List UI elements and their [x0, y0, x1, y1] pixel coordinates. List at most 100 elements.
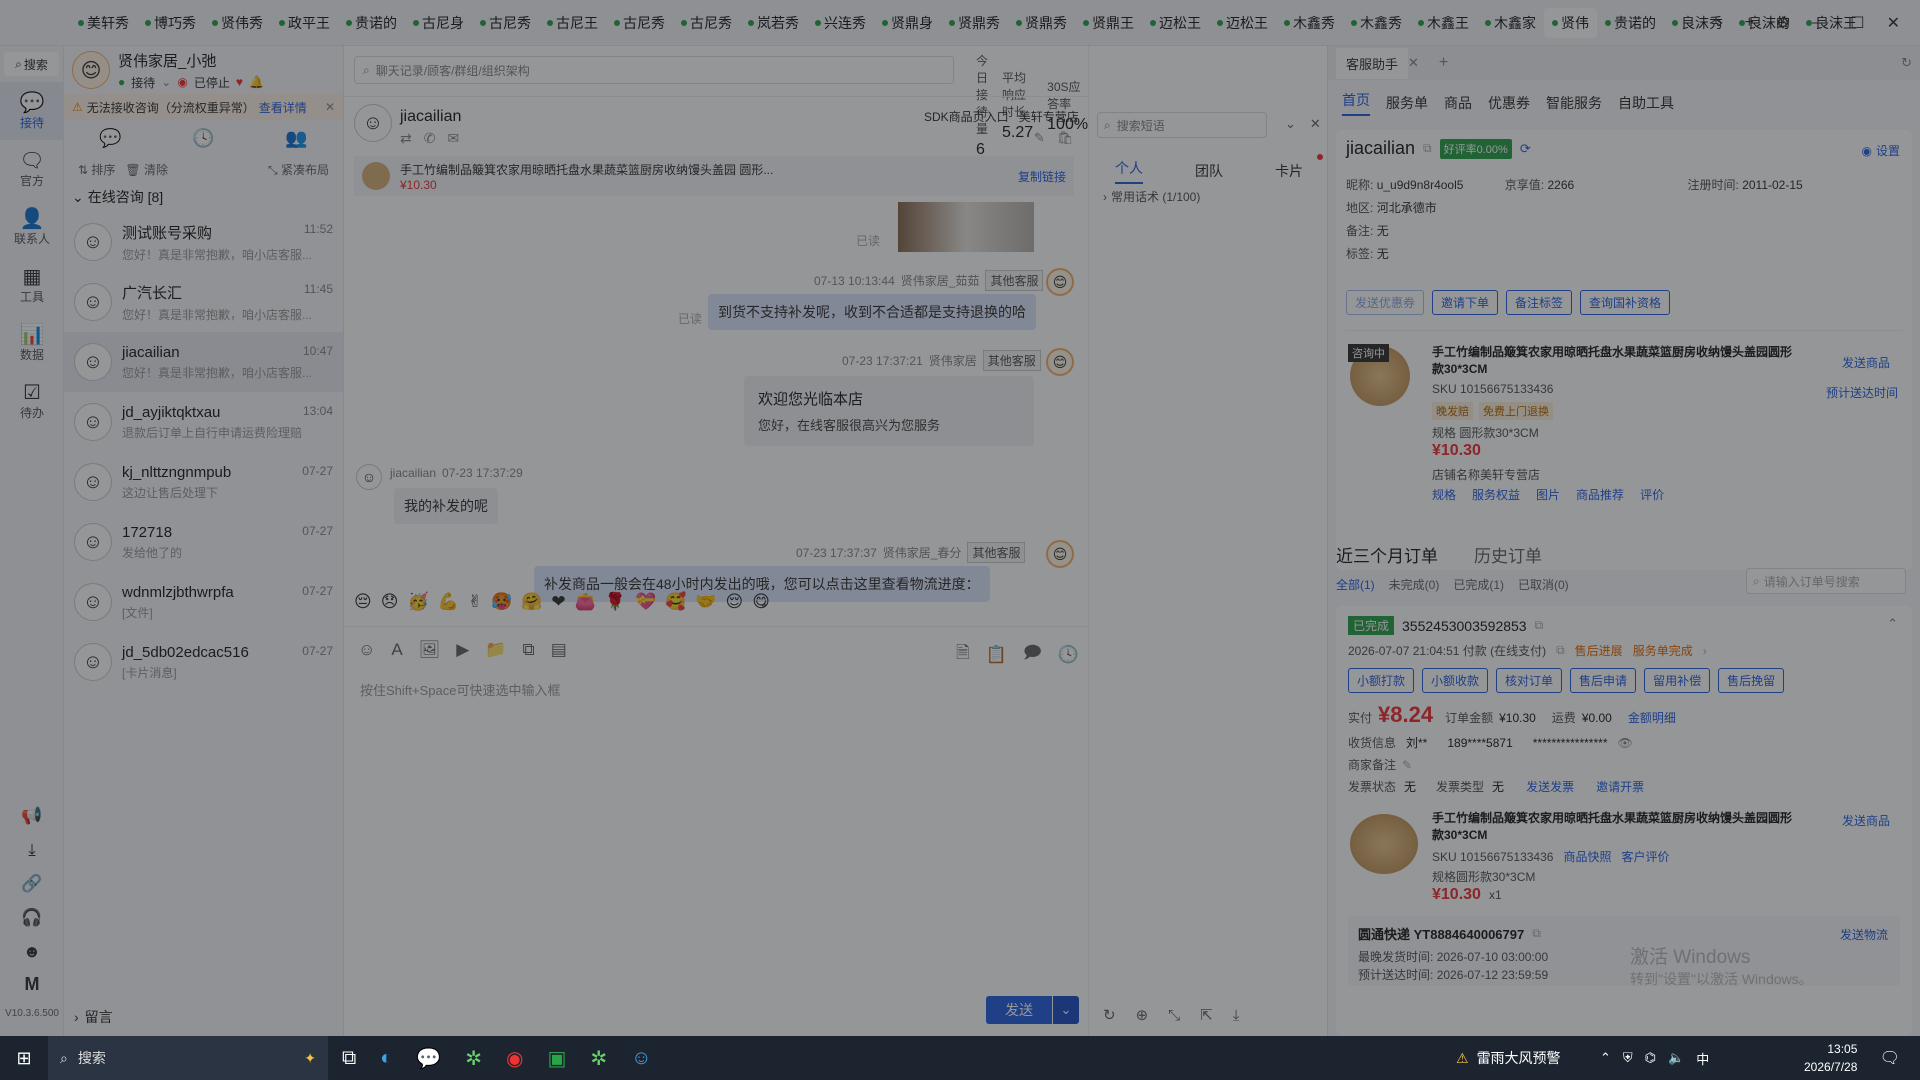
maximize-icon[interactable]: ☐: [1850, 13, 1864, 33]
top-tab[interactable]: 贵诺的: [1597, 8, 1664, 38]
order-filter[interactable]: 已完成(1): [1453, 576, 1504, 593]
send-product-button[interactable]: 发送商品: [1842, 812, 1890, 829]
app-star2-icon[interactable]: ✲: [590, 1046, 607, 1071]
session-item[interactable]: ☺ jd_ayjiktqktxau 13:04 退款后订单上自行申请运费险理赔: [64, 392, 343, 452]
headset-icon[interactable]: 🎧: [0, 908, 64, 928]
tab-history-orders[interactable]: 历史订单: [1474, 542, 1542, 567]
send-invoice-button[interactable]: 发送发票: [1526, 778, 1574, 795]
session-item[interactable]: ☺ wdnmlzjbthwrpfa 07-27 [文件]: [64, 572, 343, 632]
download-icon[interactable]: ⤓: [0, 840, 64, 860]
top-tab[interactable]: 迈松王: [1142, 8, 1209, 38]
taskbar-search[interactable]: ⌕ 搜索 ✦: [48, 1036, 328, 1080]
order-action-button[interactable]: 售后申请: [1570, 668, 1637, 693]
app-star-icon[interactable]: ✲: [465, 1046, 482, 1071]
top-tab[interactable]: 岚若秀: [740, 8, 807, 38]
m-icon[interactable]: M: [0, 974, 64, 995]
external-icon[interactable]: ⇱: [1200, 1006, 1213, 1024]
top-tab[interactable]: 木鑫家: [1477, 8, 1544, 38]
emoji-button[interactable]: ✌: [468, 592, 482, 612]
top-tab[interactable]: 古尼身: [405, 8, 472, 38]
top-tab[interactable]: 迈松王: [1209, 8, 1276, 38]
top-tab[interactable]: 古尼秀: [606, 8, 673, 38]
tab-card[interactable]: 卡片: [1275, 161, 1303, 181]
top-tab[interactable]: 贤伟: [1544, 7, 1597, 38]
top-tab[interactable]: 木鑫王: [1410, 8, 1477, 38]
customer-action-button[interactable]: 发送优惠券: [1346, 290, 1425, 315]
link-icon[interactable]: 🔗: [0, 874, 64, 894]
emoji-icon[interactable]: ☺: [358, 640, 375, 660]
status2-select[interactable]: 已停止: [194, 74, 230, 91]
chevron-up-icon[interactable]: ⌃: [1600, 1050, 1611, 1066]
copy-icon[interactable]: ⧉: [1535, 618, 1544, 633]
group-icon[interactable]: 👥: [285, 128, 307, 149]
emoji-button[interactable]: 🥵: [491, 592, 512, 612]
session-item[interactable]: ☺ 172718 07-27 发给他了的: [64, 512, 343, 572]
weather[interactable]: ⚠ 雷雨大风预警: [1456, 1036, 1561, 1080]
order-action-button[interactable]: 小额收款: [1422, 668, 1489, 693]
top-tab[interactable]: 木鑫秀: [1276, 8, 1343, 38]
windows-start-icon[interactable]: ⊞: [0, 1048, 48, 1069]
phone-icon[interactable]: ✆: [424, 130, 436, 147]
note-icon[interactable]: ✎: [1034, 130, 1045, 146]
emoji-button[interactable]: 😔: [354, 592, 372, 612]
assistant-nav-item[interactable]: 服务单: [1386, 93, 1428, 113]
customer-action-button[interactable]: 查询国补资格: [1580, 290, 1671, 315]
status-select[interactable]: 接待: [131, 74, 155, 91]
send-button[interactable]: 发送: [986, 996, 1052, 1024]
session-item[interactable]: ☺ jd_5db02edcac516 07-27 [卡片消息]: [64, 632, 343, 692]
assistant-nav-item[interactable]: 商品: [1444, 93, 1472, 113]
review-link[interactable]: 客户评价: [1621, 848, 1669, 865]
estimate-button[interactable]: 预计送达时间: [1826, 384, 1898, 401]
emoji-button[interactable]: 🥳: [407, 592, 428, 612]
send-product-button[interactable]: 发送商品: [1842, 354, 1890, 371]
add-tab-icon[interactable]: +: [1745, 14, 1754, 32]
assistant-nav-item[interactable]: 优惠券: [1488, 93, 1530, 113]
copy-icon[interactable]: ⧉: [1532, 926, 1541, 941]
copy-link-button[interactable]: 复制链接: [1018, 168, 1066, 185]
chevron-up-icon[interactable]: ⌃: [1887, 616, 1898, 632]
emoji-button[interactable]: 💝: [635, 592, 656, 612]
refresh-icon[interactable]: ↻: [1103, 1006, 1116, 1024]
session-item[interactable]: ☺ kj_nlttzngnmpub 07-27 这边让售后处理下: [64, 452, 343, 512]
emoji-button[interactable]: 🤗: [521, 592, 542, 612]
order-search-input[interactable]: ⌕ 请输入订单号搜索: [1746, 568, 1906, 594]
customer-action-button[interactable]: 邀请下单: [1432, 290, 1499, 315]
video-icon[interactable]: ▶: [456, 640, 469, 660]
chevron-right-icon[interactable]: ›: [1717, 14, 1722, 32]
notification-icon[interactable]: 🗨: [1880, 1048, 1900, 1068]
product-link[interactable]: 服务权益: [1472, 486, 1520, 503]
bag-icon[interactable]: 🛍: [1057, 130, 1074, 146]
emoji-button[interactable]: 💪: [438, 592, 459, 612]
top-tab[interactable]: 贤鼎王: [1075, 8, 1142, 38]
close-icon[interactable]: ✕: [1310, 116, 1321, 132]
product-link[interactable]: 评价: [1640, 486, 1664, 503]
edit-icon[interactable]: ✎: [1402, 758, 1412, 772]
refresh-icon[interactable]: ↻: [1901, 55, 1912, 71]
doc-icon[interactable]: 🗎: [956, 640, 970, 669]
rail-item-contacts[interactable]: 👤 联系人: [0, 198, 64, 256]
folder-icon[interactable]: 📁: [485, 640, 506, 660]
top-tab[interactable]: 政平王: [271, 8, 338, 38]
rail-item-official[interactable]: 🗨 官方: [0, 140, 64, 198]
shrink-icon[interactable]: ⤡: [1168, 1007, 1180, 1024]
layout-button[interactable]: ⤡ 紧凑布局: [268, 161, 329, 178]
add-circle-icon[interactable]: ⊕: [1136, 1006, 1149, 1024]
speaker-icon[interactable]: 🔈: [1668, 1050, 1684, 1066]
rail-item-tools[interactable]: ▦ 工具: [0, 256, 64, 314]
order-action-button[interactable]: 留用补偿: [1644, 668, 1711, 693]
message-input[interactable]: 按住Shift+Space可快速选中输入框: [360, 680, 560, 699]
top-tab[interactable]: 古尼秀: [472, 8, 539, 38]
customer-action-button[interactable]: 备注标签: [1506, 290, 1573, 315]
app-chat-icon[interactable]: ▣: [548, 1046, 567, 1071]
eye-icon[interactable]: 👁: [1617, 736, 1632, 750]
clear-button[interactable]: 🗑 清除: [125, 161, 168, 178]
assistant-nav-item[interactable]: 自助工具: [1618, 93, 1674, 113]
avatar[interactable]: 😊: [72, 51, 110, 89]
transfer-icon[interactable]: ⇄: [400, 130, 412, 147]
order-filter[interactable]: 未完成(0): [1389, 576, 1440, 593]
notice-link[interactable]: 查看详情: [259, 99, 307, 116]
sort-button[interactable]: ⇅ 排序: [78, 161, 115, 178]
product-link[interactable]: 图片: [1536, 486, 1560, 503]
chevron-down-icon[interactable]: ⌄: [1053, 996, 1079, 1024]
top-tab[interactable]: 古尼王: [539, 8, 606, 38]
